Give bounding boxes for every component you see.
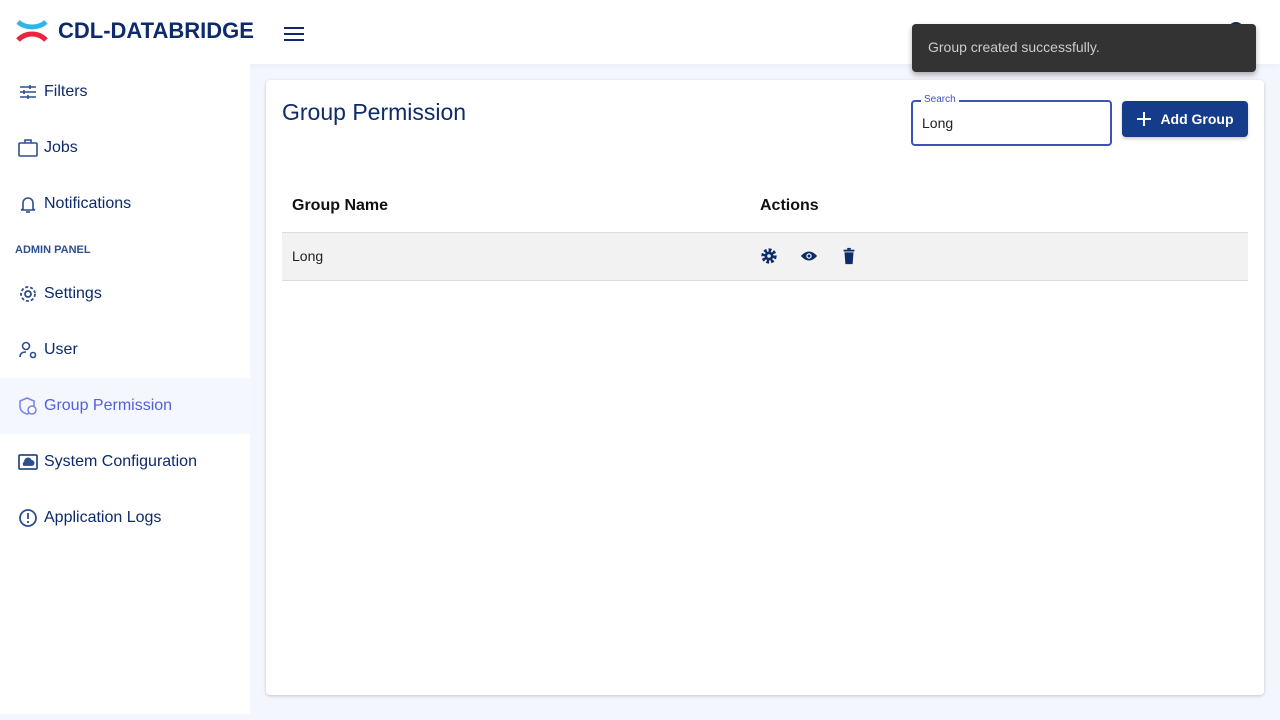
cloud-monitor-icon (18, 454, 38, 470)
alert-circle-icon (19, 509, 37, 527)
success-toast: Group created successfully. (912, 24, 1256, 72)
eye-icon[interactable] (800, 247, 818, 265)
gear-icon (20, 286, 36, 302)
bell-icon (20, 197, 36, 213)
group-permission-card: Group Permission Search Add Group Group … (266, 80, 1264, 695)
page-title: Group Permission (282, 99, 467, 125)
search-field[interactable]: Search (911, 94, 1112, 146)
sidebar-item-user[interactable]: User (0, 322, 250, 378)
logo-icon (16, 20, 48, 42)
sidebar-item-label: Jobs (44, 139, 78, 156)
logo: CDL-DATABRIDGE (16, 18, 254, 44)
plus-icon (1137, 112, 1152, 126)
user-settings-icon (19, 341, 37, 359)
search-label: Search (921, 94, 959, 105)
sidebar-item-label: User (44, 341, 78, 358)
column-header-group-name: Group Name (282, 180, 750, 233)
row-actions (760, 247, 1248, 265)
sidebar-item-label: Filters (44, 83, 88, 100)
sidebar-item-notifications[interactable]: Notifications (0, 176, 250, 232)
brand-name: CDL-DATABRIDGE (58, 18, 254, 43)
groups-table: Group Name Actions Long (282, 180, 1248, 281)
sidebar-item-group-permission[interactable]: Group Permission (0, 378, 250, 434)
sidebar-item-label: Group Permission (44, 397, 173, 414)
sidebar-item-application-logs[interactable]: Application Logs (0, 490, 250, 546)
settings-gear-icon[interactable] (760, 247, 778, 265)
sidebar-item-settings[interactable]: Settings (0, 266, 250, 322)
sidebar-item-jobs[interactable]: Jobs (0, 120, 250, 176)
sidebar-item-label: Application Logs (44, 509, 162, 526)
admin-panel-heading: ADMIN PANEL (15, 244, 91, 256)
trash-icon[interactable] (840, 247, 858, 265)
sidebar-item-system-configuration[interactable]: System Configuration (0, 434, 250, 490)
add-group-label: Add Group (1160, 111, 1234, 127)
sidebar-item-label: System Configuration (44, 453, 197, 470)
shield-user-icon (19, 397, 37, 415)
sidebar-item-filters[interactable]: Filters (0, 64, 250, 120)
sidebar: Filters Jobs Notifications ADMIN PANEL S… (0, 64, 250, 714)
toast-message: Group created successfully. (928, 39, 1100, 55)
column-header-actions: Actions (750, 180, 1248, 233)
sidebar-item-label: Notifications (44, 195, 132, 212)
sidebar-item-label: Settings (44, 285, 102, 302)
search-input[interactable] (913, 102, 1110, 144)
briefcase-icon (18, 139, 38, 157)
hamburger-menu-icon[interactable] (284, 26, 304, 42)
add-group-button[interactable]: Add Group (1122, 101, 1248, 137)
group-name-cell: Long (282, 232, 750, 281)
filters-icon (20, 85, 36, 99)
table-row: Long (282, 232, 1248, 281)
